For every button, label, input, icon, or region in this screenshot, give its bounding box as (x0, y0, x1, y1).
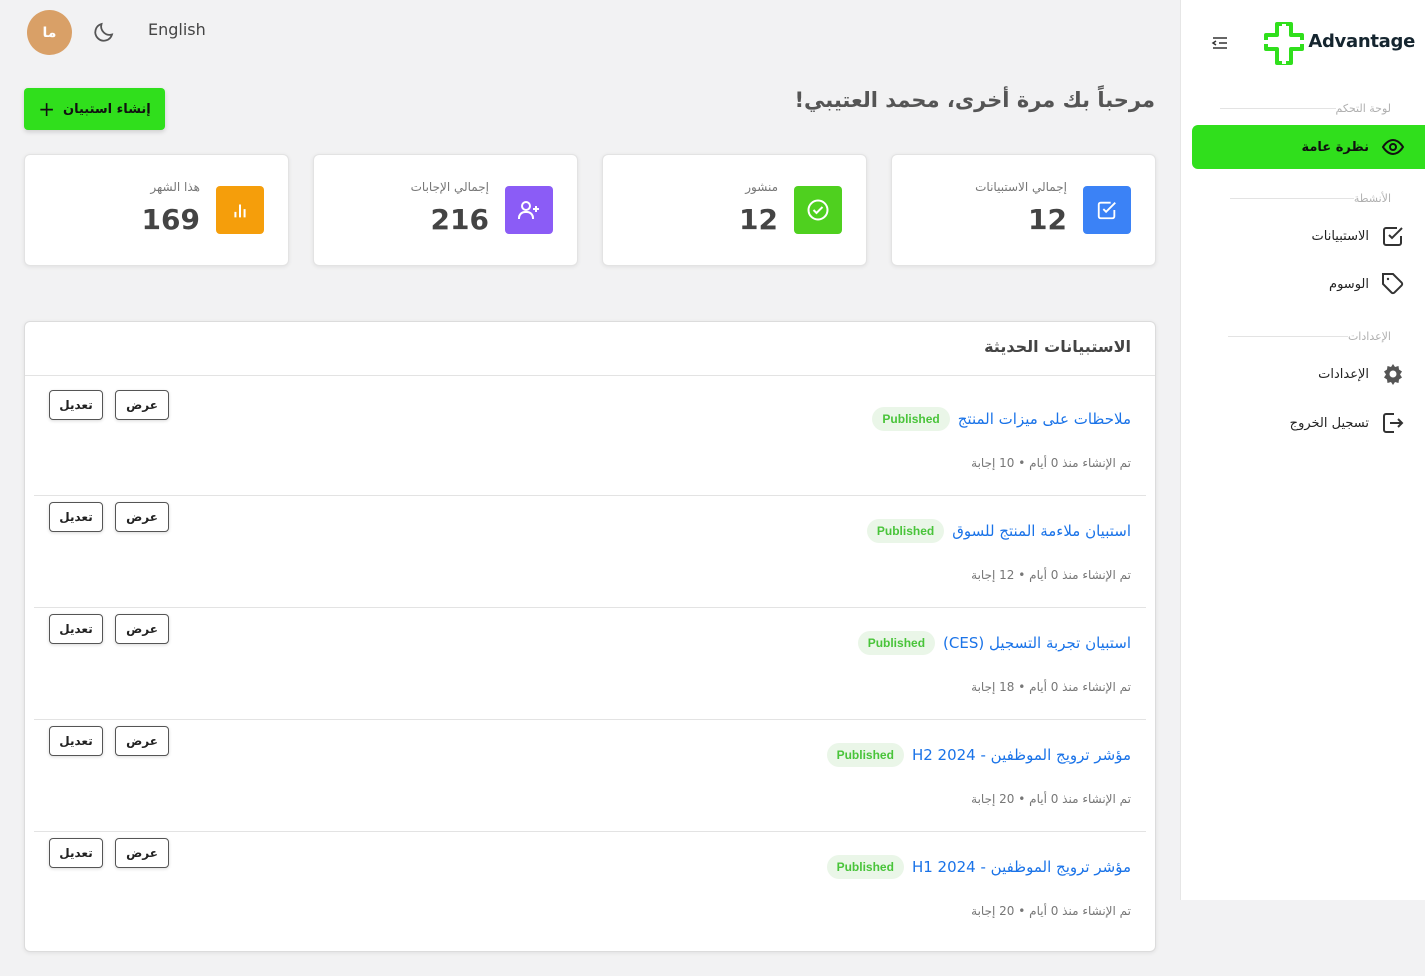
sidebar-item-label: تسجيل الخروج (1289, 415, 1369, 431)
sidebar-item-surveys[interactable]: الاستبيانات (1312, 214, 1405, 258)
status-badge: Published (866, 519, 945, 543)
survey-title-link[interactable]: مؤشر ترويج الموظفين - H1 2024 (912, 858, 1131, 876)
brand-logo[interactable]: Advantage (1260, 20, 1415, 68)
sidebar-item-tags[interactable]: الوسوم (1329, 262, 1405, 306)
user-plus-icon (505, 186, 553, 234)
language-toggle[interactable]: English (148, 20, 206, 39)
logout-icon (1381, 411, 1405, 435)
section-activities: الأنشطة (1218, 192, 1391, 205)
survey-row: استبيان تجربة التسجيل (CES) Published تم… (34, 608, 1146, 720)
survey-meta: تم الإنشاء منذ 0 أيام • 20 إجابة (971, 792, 1131, 806)
survey-title-link[interactable]: استبيان تجربة التسجيل (CES) (943, 634, 1131, 652)
stat-label: منشور (745, 180, 778, 194)
divider (25, 375, 1155, 376)
survey-meta: تم الإنشاء منذ 0 أيام • 18 إجابة (971, 680, 1131, 694)
checkbox-icon (1083, 186, 1131, 234)
brand-name: Advantage (1308, 31, 1415, 52)
stat-value: 12 (1028, 203, 1067, 236)
stat-value: 169 (141, 203, 200, 236)
stat-value: 12 (739, 203, 778, 236)
survey-meta: تم الإنشاء منذ 0 أيام • 10 إجابة (971, 456, 1131, 470)
sidebar-item-settings[interactable]: الإعدادات (1318, 352, 1405, 396)
edit-button[interactable]: تعديل (49, 502, 103, 532)
checkbox-icon (1381, 224, 1405, 248)
survey-title-link[interactable]: مؤشر ترويج الموظفين - H2 2024 (912, 746, 1131, 764)
eye-icon (1381, 135, 1405, 159)
edit-button[interactable]: تعديل (49, 726, 103, 756)
bar-chart-icon (216, 186, 264, 234)
stat-card-total-responses: إجمالي الإجابات 216 (313, 154, 578, 266)
avatar[interactable]: ما (27, 10, 72, 55)
survey-meta: تم الإنشاء منذ 0 أيام • 20 إجابة (971, 904, 1131, 918)
status-badge: Published (857, 631, 936, 655)
sidebar-item-label: نظرة عامة (1301, 139, 1369, 155)
tag-icon (1381, 272, 1405, 296)
stat-card-published: منشور 12 (602, 154, 867, 266)
edit-button[interactable]: تعديل (49, 614, 103, 644)
collapse-sidebar-icon[interactable] (1211, 34, 1229, 52)
survey-row: ملاحظات على ميزات المنتج Published تم ال… (34, 384, 1146, 496)
sidebar-item-overview[interactable]: نظرة عامة (1192, 125, 1425, 169)
view-button[interactable]: عرض (115, 614, 169, 644)
sidebar-item-logout[interactable]: تسجيل الخروج (1290, 401, 1405, 445)
view-button[interactable]: عرض (115, 390, 169, 420)
stat-value: 216 (430, 203, 489, 236)
brand-cross-icon (1264, 22, 1304, 65)
panel-title: الاستبيانات الحديثة (984, 337, 1131, 356)
edit-button[interactable]: تعديل (49, 838, 103, 868)
view-button[interactable]: عرض (115, 838, 169, 868)
page-title: مرحباً بك مرة أخرى، محمد العتيبي! (794, 88, 1155, 112)
create-survey-button[interactable]: إنشاء استبيان + (24, 88, 165, 130)
moon-icon[interactable] (92, 20, 116, 44)
sidebar: Advantage لوحة التحكم نظرة عامة الأنشطة … (1180, 0, 1425, 900)
section-dashboard: لوحة التحكم (1208, 102, 1391, 115)
edit-button[interactable]: تعديل (49, 390, 103, 420)
status-badge: Published (826, 743, 904, 767)
survey-row: مؤشر ترويج الموظفين - H2 2024 Published … (34, 720, 1146, 832)
plus-icon: + (38, 97, 55, 121)
stat-label: إجمالي الإجابات (410, 180, 489, 194)
status-badge: Published (872, 407, 950, 431)
sidebar-item-label: الاستبيانات (1311, 228, 1369, 244)
section-settings: الإعدادات (1216, 330, 1391, 343)
create-survey-label: إنشاء استبيان (63, 101, 151, 117)
survey-row: استبيان ملاءمة المنتج للسوق Published تم… (34, 496, 1146, 608)
stat-label: إجمالي الاستبيانات (975, 180, 1067, 194)
recent-surveys-panel: الاستبيانات الحديثة ملاحظات على ميزات ال… (24, 321, 1156, 952)
survey-title-link[interactable]: استبيان ملاءمة المنتج للسوق (952, 522, 1131, 540)
check-circle-icon (794, 186, 842, 234)
sidebar-item-label: الإعدادات (1318, 366, 1369, 382)
gear-icon (1381, 362, 1405, 386)
view-button[interactable]: عرض (115, 502, 169, 532)
survey-meta: تم الإنشاء منذ 0 أيام • 12 إجابة (971, 568, 1131, 582)
stat-card-this-month: هذا الشهر 169 (24, 154, 289, 266)
stat-card-total-surveys: إجمالي الاستبيانات 12 (891, 154, 1156, 266)
sidebar-item-label: الوسوم (1329, 276, 1369, 292)
survey-title-link[interactable]: ملاحظات على ميزات المنتج (958, 410, 1131, 428)
stat-label: هذا الشهر (150, 180, 200, 194)
survey-row: مؤشر ترويج الموظفين - H1 2024 Published … (34, 832, 1146, 944)
status-badge: Published (826, 855, 904, 879)
view-button[interactable]: عرض (115, 726, 169, 756)
